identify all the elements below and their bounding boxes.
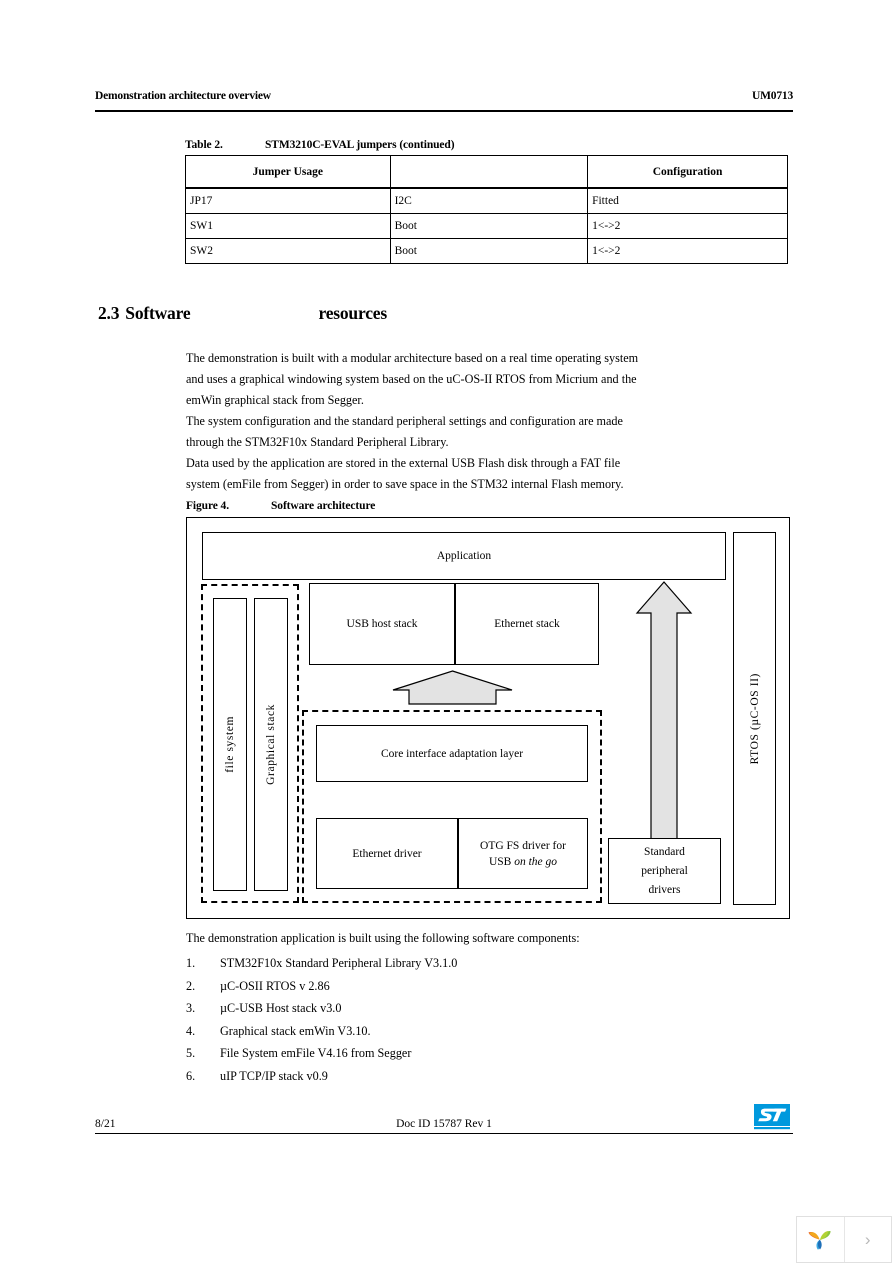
header-document-code: UM0713 [752, 90, 793, 102]
footer-divider [95, 1133, 793, 1134]
table-header-row: Jumper Usage Configuration [185, 155, 788, 189]
components-intro: The demonstration application is built u… [186, 931, 580, 945]
block-ethernet-stack-label: Ethernet stack [494, 618, 560, 630]
list-item: 6. uIP TCP/IP stack v0.9 [186, 1065, 746, 1088]
components-list: 1. STM32F10x Standard Peripheral Library… [186, 952, 746, 1087]
section-number: 2.3 [98, 303, 120, 323]
block-application-label: Application [436, 550, 492, 562]
block-rtos-label: RTOS (µC-OS II) [748, 672, 761, 765]
document-page: Demonstration architecture overview UM07… [0, 0, 892, 1263]
column-header-configuration: Configuration [587, 155, 788, 189]
list-item: 2. µC-OSII RTOS v 2.86 [186, 975, 746, 998]
floating-widget[interactable]: › [796, 1216, 892, 1263]
list-item-text: STM32F10x Standard Peripheral Library V3… [220, 956, 458, 970]
block-graphical-stack: Graphical stack [254, 598, 288, 891]
next-button[interactable]: › [844, 1217, 891, 1262]
cell-usage: I2C [389, 187, 589, 214]
paragraph-data-storage: Data used by the application are stored … [186, 456, 624, 492]
block-graphical-stack-label: Graphical stack [265, 704, 277, 785]
list-item: 1. STM32F10x Standard Peripheral Library… [186, 952, 746, 975]
section-title-part1: Software [125, 303, 191, 323]
cell-jumper: SW1 [185, 213, 391, 239]
block-ethernet-stack: Ethernet stack [455, 583, 599, 665]
list-item-text: µC-USB Host stack v3.0 [220, 1001, 342, 1015]
paragraph-intro: The demonstration is built with a modula… [186, 351, 639, 408]
block-core-interface-adaptation-layer: Core interface adaptation layer [316, 725, 588, 782]
header-section-title: Demonstration architecture overview [95, 90, 271, 102]
standard-peripheral-line-3: drivers [648, 883, 681, 896]
otg-line-2-italic: on the go [514, 855, 558, 868]
header-divider [95, 110, 793, 112]
block-ethernet-driver-label: Ethernet driver [352, 847, 422, 860]
figure-caption-title: Software architecture [271, 500, 376, 512]
block-application: Application [202, 532, 726, 580]
table-row: JP17 I2C Fitted [185, 187, 788, 214]
column-header-jumper-usage: Jumper Usage [185, 155, 391, 189]
cell-usage: Boot [389, 238, 589, 264]
table-caption: Table 2. STM3210C-EVAL jumpers (continued… [185, 139, 455, 151]
list-item-number: 5. [186, 1046, 196, 1060]
block-standard-peripheral-drivers: Standard peripheral drivers [608, 838, 721, 904]
figure-caption-number: Figure 4. [186, 500, 229, 512]
block-ethernet-driver: Ethernet driver [316, 818, 458, 889]
standard-peripheral-line-2: peripheral [641, 864, 688, 877]
table-row: SW1 Boot 1<->2 [185, 213, 788, 239]
arrow-up-icon [392, 670, 513, 705]
standard-peripheral-line-1: Standard [644, 845, 685, 858]
list-item-text: Graphical stack emWin V3.10. [220, 1023, 371, 1038]
list-item-text: File System emFile V4.16 from Segger [220, 1046, 412, 1060]
section-heading: 2.3 Software resources [98, 303, 387, 324]
list-item-number: 2. [186, 978, 196, 993]
block-core-interface-label: Core interface adaptation layer [380, 747, 524, 760]
paragraph-system-config: The system configuration and the standar… [186, 414, 623, 450]
cell-jumper: SW2 [185, 238, 391, 264]
software-architecture-figure: Application RTOS (µC-OS II) file system … [186, 517, 790, 919]
list-item-text: µC-OSII RTOS v 2.86 [220, 978, 330, 993]
st-logo-icon [754, 1104, 790, 1130]
list-item: 3. µC-USB Host stack v3.0 [186, 997, 746, 1020]
column-header-blank [389, 155, 589, 189]
list-item-number: 4. [186, 1023, 196, 1038]
section-title-part2: resources [318, 303, 387, 323]
cell-usage: Boot [389, 213, 589, 239]
block-file-system-label: file system [224, 716, 236, 773]
list-item: 5. File System emFile V4.16 from Segger [186, 1042, 746, 1065]
table-row: SW2 Boot 1<->2 [185, 238, 788, 264]
leaf-logo-icon [808, 1230, 831, 1250]
block-usb-host-stack: USB host stack [309, 583, 455, 665]
table-caption-title: STM3210C-EVAL jumpers (continued) [265, 139, 455, 151]
otg-line-2-prefix: USB [488, 855, 515, 868]
block-file-system: file system [213, 598, 247, 891]
block-rtos: RTOS (µC-OS II) [733, 532, 776, 905]
list-item-number: 1. [186, 956, 196, 970]
list-item-number: 6. [186, 1068, 196, 1083]
list-item-text: uIP TCP/IP stack v0.9 [220, 1068, 328, 1083]
jumpers-table: Jumper Usage Configuration JP17 I2C Fitt… [185, 155, 788, 264]
cell-configuration: 1<->2 [587, 213, 788, 239]
block-otg-fs-driver: OTG FS driver for USB on the go [458, 818, 588, 889]
block-usb-host-stack-label: USB host stack [346, 618, 418, 630]
cell-configuration: Fitted [587, 187, 788, 214]
figure-caption: Figure 4. Software architecture [186, 500, 375, 512]
list-item: 4. Graphical stack emWin V3.10. [186, 1020, 746, 1043]
block-otg-fs-driver-label: OTG FS driver for USB on the go [480, 838, 566, 870]
leaf-logo-button[interactable] [797, 1217, 844, 1262]
cell-jumper: JP17 [185, 187, 391, 214]
page-header: Demonstration architecture overview UM07… [95, 90, 793, 102]
cell-configuration: 1<->2 [587, 238, 788, 264]
otg-line-1: OTG FS driver for [480, 839, 566, 852]
table-caption-number: Table 2. [185, 139, 223, 151]
footer-page-number: 8/21 [95, 1118, 116, 1130]
list-item-number: 3. [186, 1001, 196, 1015]
chevron-right-icon: › [864, 1229, 871, 1249]
footer-doc-id: Doc ID 15787 Rev 1 [396, 1118, 492, 1130]
